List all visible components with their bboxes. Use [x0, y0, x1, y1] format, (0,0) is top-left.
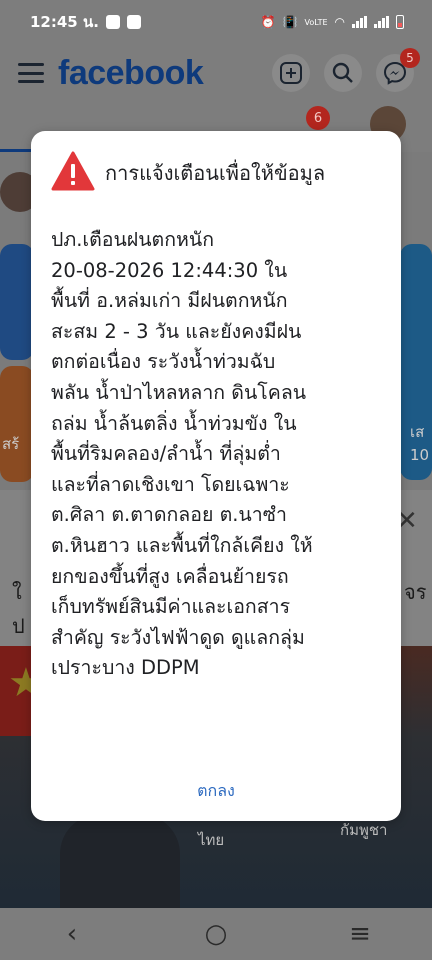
- video-label-cambodia: กัมพูชา: [340, 821, 388, 839]
- search-icon: [332, 62, 353, 83]
- speaker-body: [60, 814, 180, 908]
- ok-button[interactable]: ตกลง: [31, 779, 401, 804]
- battery-icon: [396, 15, 404, 29]
- alert-line: ถล่ม น้ำล้นตลิ่ง น้ำท่วมขัง ใน: [51, 411, 297, 435]
- alert-title: การแจ้งเตือนเพื่อให้ข้อมูล: [105, 161, 326, 185]
- story-card-left-blue[interactable]: [0, 244, 34, 360]
- messenger-badge: 5: [400, 48, 420, 68]
- alert-line: ต.หินฮาว และพื้นที่ใกล้เคียง ให้: [51, 533, 313, 557]
- warning-icon: [51, 151, 95, 191]
- volte-label: VoLTE: [304, 17, 328, 27]
- alert-line: และที่ลาดเชิงเขา โดยเฉพาะ: [51, 472, 290, 496]
- system-nav-bar: ‹ ○ ≡: [0, 908, 432, 960]
- post-text-right: จร: [404, 580, 427, 604]
- story-card-right[interactable]: [400, 244, 432, 480]
- alert-line: 20-08-2026 12:44:30 ใน: [51, 258, 288, 282]
- facebook-logo: facebook: [58, 53, 204, 92]
- signal-2-icon: [374, 16, 389, 28]
- create-post-button[interactable]: [272, 54, 310, 92]
- alert-line: พลัน น้ำป่าไหลหลาก ดินโคลน: [51, 380, 307, 404]
- alarm-icon: ⏰: [260, 15, 276, 29]
- back-icon[interactable]: ‹: [42, 919, 102, 949]
- alert-line: ยกของขึ้นที่สูง เคลื่อนย้ายรถ: [51, 564, 289, 588]
- status-bar: 12:45 น. ⏰ 📳 VoLTE ◠: [0, 0, 432, 44]
- alert-line: ปภ.เตือนฝนตกหนัก: [51, 228, 215, 251]
- alert-line: สะสม 2 - 3 วัน และยังคงมีฝน: [51, 319, 302, 343]
- post-text-left-1: ใ: [12, 580, 22, 604]
- search-button[interactable]: [324, 54, 362, 92]
- bg-text-right-1: เส: [410, 423, 425, 441]
- notifications-badge: 6: [306, 106, 330, 130]
- alert-line: พื้นที่ริมคลอง/ลำน้ำ ที่ลุ่มต่ำ: [51, 442, 281, 466]
- alert-message: ปภ.เตือนฝนตกหนัก 20-08-2026 12:44:30 ใน …: [51, 225, 389, 684]
- post-text-left-2: ป: [12, 614, 25, 638]
- emergency-alert-dialog: การแจ้งเตือนเพื่อให้ข้อมูล ปภ.เตือนฝนตกห…: [31, 131, 401, 821]
- alert-line: พื้นที่ อ.หล่มเก่า มีฝนตกหนัก: [51, 289, 288, 313]
- story-card-left-orange[interactable]: [0, 366, 34, 482]
- vibrate-icon: 📳: [282, 15, 298, 29]
- plus-icon: [280, 62, 302, 84]
- alert-line: ตกต่อเนื่อง ระวังน้ำท่วมฉับ: [51, 350, 276, 374]
- alert-line: ต.ศิลา ต.ตาดกลอย ต.นาซำ: [51, 503, 287, 527]
- facebook-notification-icon: [105, 15, 120, 29]
- alert-line: เก็บทรัพย์สินมีค่าและเอกสาร: [51, 595, 291, 619]
- bg-text-left: สร้: [2, 435, 20, 453]
- instagram-notification-icon: [126, 15, 141, 29]
- recents-icon[interactable]: ≡: [330, 919, 390, 949]
- bg-text-right-2: 10: [410, 446, 430, 464]
- facebook-header: facebook 5: [0, 44, 432, 102]
- status-time: 12:45 น.: [30, 13, 99, 31]
- alert-line: สำคัญ ระวังไฟฟ้าดูด ดูแลกลุ่ม: [51, 625, 305, 649]
- messenger-button[interactable]: 5: [376, 48, 420, 92]
- menu-icon[interactable]: [18, 63, 44, 83]
- home-icon[interactable]: ○: [186, 919, 246, 949]
- wifi-icon: ◠: [334, 15, 345, 29]
- video-label-thai: ไทย: [198, 831, 225, 849]
- signal-1-icon: [352, 16, 367, 28]
- alert-line: เปราะบาง DDPM: [51, 656, 200, 680]
